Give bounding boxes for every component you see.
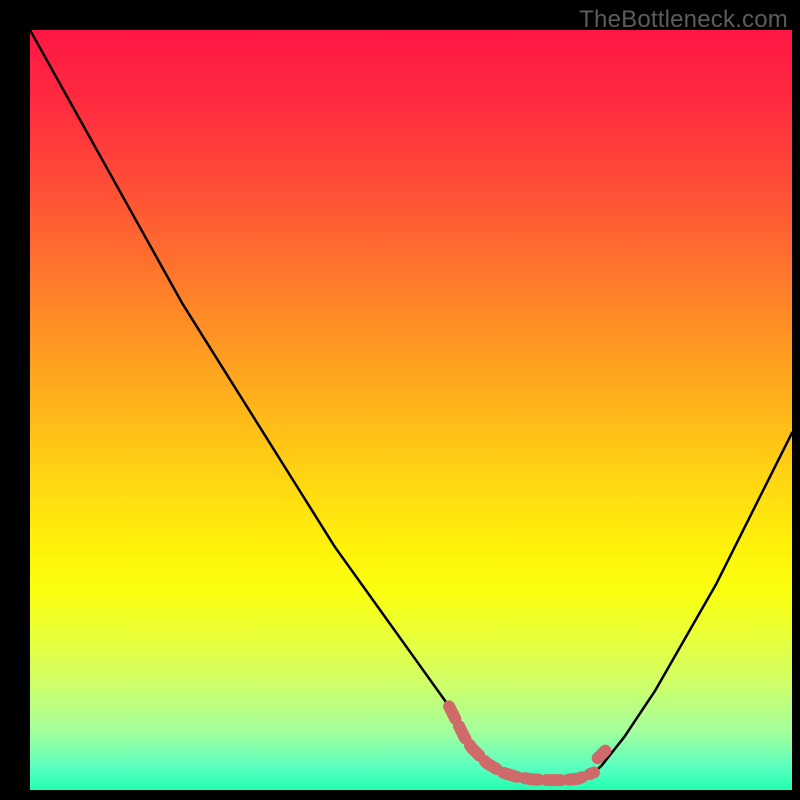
chart-svg (0, 0, 800, 800)
bottleneck-chart: TheBottleneck.com (0, 0, 800, 800)
optimal-zone-highlight-secondary (598, 751, 606, 759)
watermark-text: TheBottleneck.com (579, 6, 788, 34)
plot-area (30, 30, 792, 790)
gradient-background (30, 30, 792, 790)
